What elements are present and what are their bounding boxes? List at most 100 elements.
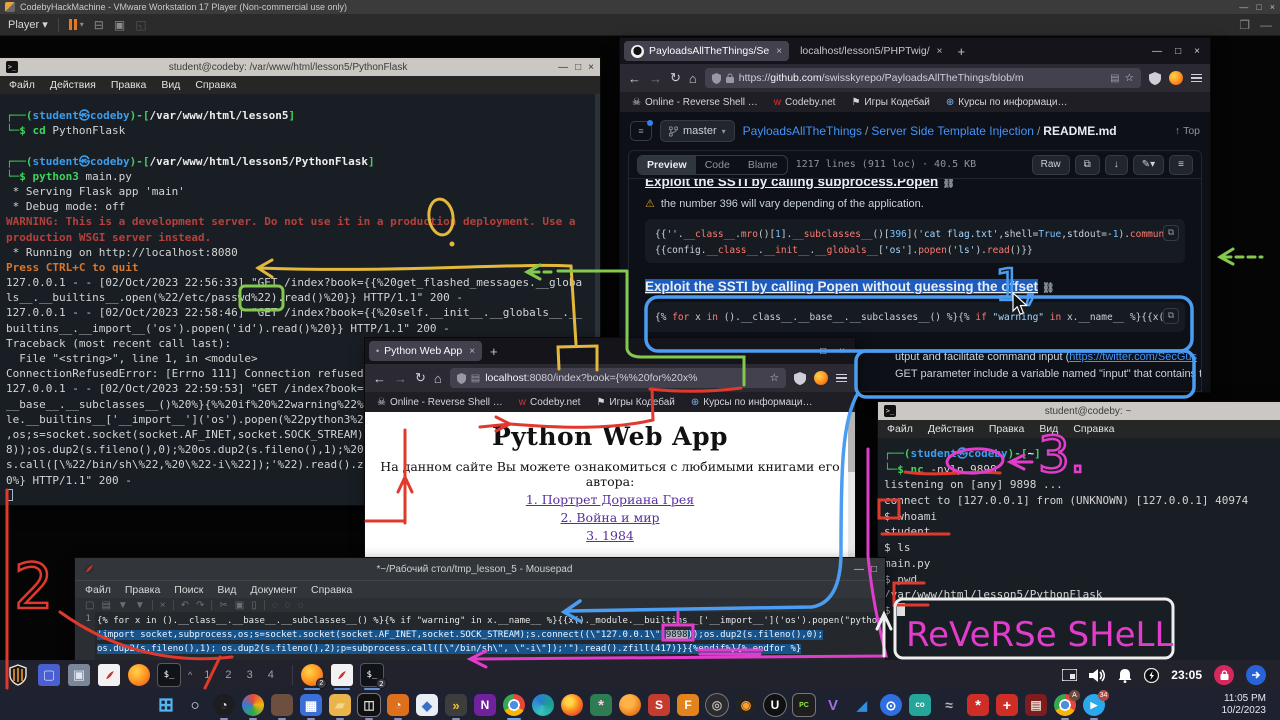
forward-button[interactable]: → xyxy=(394,371,407,386)
anchor-link-icon[interactable]: ⛓ xyxy=(942,178,955,189)
menu-search[interactable]: Поиск xyxy=(174,584,203,596)
toolbar-button[interactable]: ▣ xyxy=(235,600,244,611)
menu-actions[interactable]: Действия xyxy=(50,79,96,91)
tab-close-icon[interactable]: × xyxy=(469,346,475,357)
open-firefox[interactable]: 2 xyxy=(301,664,323,686)
menu-edit[interactable]: Правка xyxy=(111,79,146,91)
url-bar[interactable]: ▤ localhost:8080/index?book={%%20for%20x… xyxy=(450,368,786,388)
mousepad-editor[interactable]: 1 {% for x in ().__class__.__base__.__su… xyxy=(75,612,885,660)
new-tab-button[interactable]: + xyxy=(486,344,502,359)
taskbar-icon-firefox[interactable] xyxy=(561,694,583,716)
maximize-button[interactable]: □ xyxy=(1175,46,1181,57)
taskbar-icon-pycharm[interactable]: PC xyxy=(793,694,815,716)
download-button[interactable]: ↓ xyxy=(1105,155,1128,175)
bookmark-games[interactable]: ⚑Игры Кодебай xyxy=(851,97,929,108)
forward-button[interactable]: → xyxy=(649,71,662,86)
vmware-close-button[interactable]: × xyxy=(1270,2,1275,12)
taskbar-icon-chrome[interactable] xyxy=(503,694,525,716)
taskbar-icon-start[interactable]: ⊞ xyxy=(155,694,177,716)
taskbar-icon-co-app[interactable]: co xyxy=(909,694,931,716)
scrollbar[interactable] xyxy=(848,412,855,568)
breadcrumb-repo[interactable]: PayloadsAllTheThings xyxy=(743,124,862,138)
taskbar-icon-gear-red-1[interactable]: * xyxy=(967,694,989,716)
minimize-button[interactable]: — xyxy=(854,564,864,575)
tab-blame[interactable]: Blame xyxy=(739,156,787,174)
copy-icon[interactable]: ⧉ xyxy=(1163,225,1179,241)
mousepad-toolbar[interactable]: ▢▤▼▼×↶↷✂▣▯◌◌◌ xyxy=(75,598,885,612)
tab-preview[interactable]: Preview xyxy=(638,156,696,174)
sidebar-toggle-button[interactable]: ≡ xyxy=(630,121,652,141)
taskbar-icon-plant-app[interactable]: * xyxy=(590,694,612,716)
taskbar-icon-timer[interactable]: ◔ xyxy=(387,694,409,716)
taskbar-icon-vmware[interactable]: » xyxy=(445,694,467,716)
bookmark-codeby[interactable]: wCodeby.net xyxy=(519,397,581,408)
bookmark-games[interactable]: ⚑Игры Кодебай xyxy=(596,397,674,408)
taskbar-icon-color-wheel[interactable] xyxy=(242,694,264,716)
minimize-button[interactable]: — xyxy=(797,346,807,357)
url-bar[interactable]: https://github.com/swisskyrepo/PayloadsA… xyxy=(705,68,1141,88)
anchor-link-icon[interactable]: ⛓ xyxy=(1042,283,1055,294)
toolbar-button[interactable]: ▯ xyxy=(251,600,257,611)
launcher-terminal[interactable]: $_ xyxy=(158,664,180,686)
home-button[interactable]: ⌂ xyxy=(689,71,697,86)
toolbar-button[interactable]: ◌ xyxy=(272,600,278,611)
section-heading-subprocess-popen[interactable]: Exploit the SSTI by calling subprocess.P… xyxy=(645,178,1185,189)
payload-text[interactable]: {% for x in ().__class__.__base__.__subc… xyxy=(95,612,885,660)
bookmark-reverse-shell[interactable]: ☠Online - Reverse Shell … xyxy=(632,97,758,108)
menu-view[interactable]: Вид xyxy=(1039,423,1058,435)
notifications-bell-icon[interactable] xyxy=(1118,668,1132,683)
book-link-3[interactable]: 3. 1984 xyxy=(365,528,855,543)
minimize-button[interactable]: — xyxy=(1152,46,1162,57)
taskbar-icon-calendar[interactable]: ▦ xyxy=(300,694,322,716)
terminal-nc-output[interactable]: ┌──(student㉿codeby)-[~]└─$ nc -nvlp 9898… xyxy=(878,438,1280,660)
edit-button[interactable]: ✎▾ xyxy=(1133,155,1164,175)
taskbar-icon-wings[interactable]: ≈ xyxy=(938,694,960,716)
taskbar-icon-telegram[interactable]: ▶34 xyxy=(1083,694,1105,716)
menu-file[interactable]: Файл xyxy=(887,423,913,435)
linux-clock[interactable]: 23:05 xyxy=(1171,668,1202,682)
menu-edit[interactable]: Правка xyxy=(989,423,1024,435)
tab-code[interactable]: Code xyxy=(696,156,739,174)
open-terminal[interactable]: $_2 xyxy=(361,664,383,686)
send-ctrl-alt-del-icon[interactable]: ⊟ xyxy=(94,18,104,32)
launcher-file-manager[interactable]: ▣ xyxy=(68,664,90,686)
taskbar-icon-lens[interactable]: ◎ xyxy=(706,694,728,716)
close-button[interactable]: × xyxy=(588,62,594,73)
bookmark-star-icon[interactable]: ☆ xyxy=(1125,72,1134,84)
firefox-account-icon[interactable] xyxy=(814,371,828,385)
twitter-link[interactable]: https://twitter.com/SecGus xyxy=(1069,351,1197,363)
copy-icon[interactable]: ⧉ xyxy=(1163,308,1179,324)
taskbar-icon-blender[interactable]: ◉ xyxy=(735,694,757,716)
taskbar-icon-edge[interactable] xyxy=(532,694,554,716)
taskbar-icon-gear-red-2[interactable]: + xyxy=(996,694,1018,716)
toolbar-button[interactable]: ◌ xyxy=(298,600,304,611)
menu-actions[interactable]: Действия xyxy=(928,423,974,435)
windows-clock[interactable]: 11:05 PM 10/2/2023 xyxy=(1222,693,1280,717)
menu-document[interactable]: Документ xyxy=(250,584,297,596)
firefox-account-icon[interactable] xyxy=(1169,71,1183,85)
workspace-icon[interactable] xyxy=(1062,669,1077,681)
taskbar-icon-visual-studio[interactable]: V xyxy=(822,694,844,716)
taskbar-icon-map-pin[interactable]: ⊙ xyxy=(880,694,902,716)
maximize-button[interactable]: □ xyxy=(575,62,581,73)
extensions-icon[interactable] xyxy=(794,372,806,385)
close-button[interactable]: × xyxy=(839,346,845,357)
menu-help[interactable]: Справка xyxy=(311,584,352,596)
minimize-button[interactable]: — xyxy=(558,62,568,73)
menu-view[interactable]: Вид xyxy=(217,584,236,596)
toolbar-button[interactable]: ✂ xyxy=(219,600,227,611)
outline-button[interactable]: ≡ xyxy=(1169,155,1193,175)
book-link-2[interactable]: 2. Война и мир xyxy=(365,510,855,525)
back-button[interactable]: ← xyxy=(373,371,386,386)
terminal-flask-titlebar[interactable]: >_ student@codeby: /var/www/html/lesson5… xyxy=(0,58,600,76)
back-button[interactable]: ← xyxy=(628,71,641,86)
tab-close-icon[interactable]: × xyxy=(776,46,782,57)
menu-file[interactable]: Файл xyxy=(9,79,35,91)
toolbar-button[interactable]: ↶ xyxy=(181,600,189,611)
toolbar-button[interactable]: ◌ xyxy=(285,600,291,611)
section-heading-popen-offset[interactable]: Exploit the SSTI by calling Popen withou… xyxy=(645,279,1185,294)
tab-python-web-app[interactable]: • Python Web App × xyxy=(369,341,482,361)
toolbar-button[interactable]: × xyxy=(160,600,166,611)
vm-toolbar-hide-icon[interactable]: — xyxy=(1260,18,1272,32)
launcher-mousepad[interactable] xyxy=(98,664,120,686)
